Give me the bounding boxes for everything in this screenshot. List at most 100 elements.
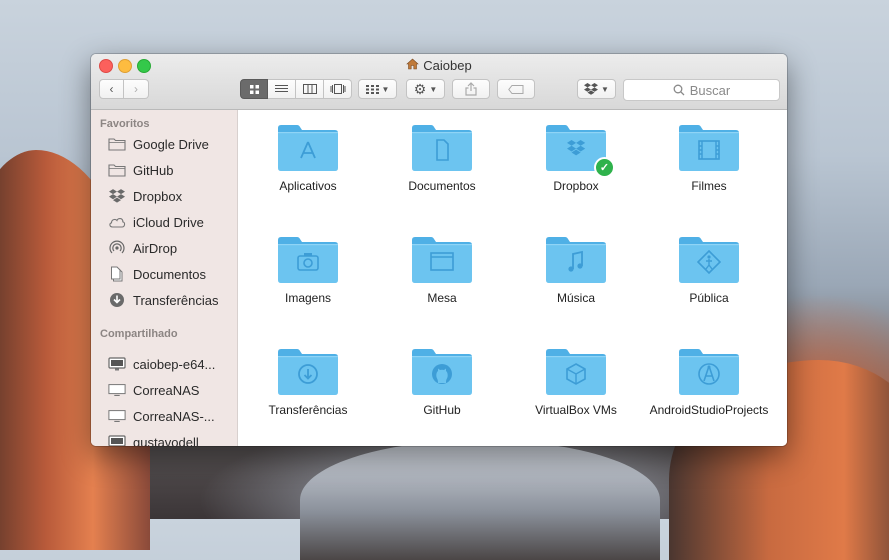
finder-window: Caiobep ‹ › ▼ ⚙ ▼ ▼ Buscar Favoritos Goo… (91, 54, 787, 446)
arrange-button[interactable]: ▼ (358, 79, 397, 99)
tag-button[interactable] (497, 79, 535, 99)
tag-icon (508, 84, 524, 94)
back-button[interactable]: ‹ (99, 79, 124, 99)
folder-item-mesa[interactable]: Mesa (375, 234, 509, 306)
window-title-text: Caiobep (423, 58, 472, 73)
folder-icon (108, 162, 126, 178)
column-view-icon (302, 84, 317, 94)
download-icon (108, 292, 126, 308)
folder-name: Mesa (427, 291, 457, 305)
search-icon (673, 84, 685, 96)
sync-complete-badge: ✓ (594, 157, 615, 178)
icon-view-button[interactable] (240, 79, 268, 99)
folder-item-dropbox[interactable]: ✓ Dropbox (509, 122, 643, 194)
film-icon (678, 122, 740, 172)
folder-name: Filmes (691, 179, 727, 193)
sidebar-item-label: CorreaNAS-... (133, 408, 215, 424)
sidebar-item-label: AirDrop (133, 240, 178, 256)
music-icon (545, 234, 607, 284)
navigation-buttons: ‹ › (99, 79, 149, 99)
list-view-icon (275, 85, 288, 92)
sidebar-item-label: CorreaNAS (133, 382, 200, 398)
desktop-wallpaper-snow (300, 440, 660, 560)
sidebar-item-gustavodell[interactable]: gustavodell (108, 431, 199, 446)
arrange-grid-icon (365, 84, 379, 94)
android-studio-icon (678, 346, 740, 396)
monitor-icon (108, 356, 126, 372)
sidebar-item-correanas[interactable]: CorreaNAS (108, 379, 199, 401)
sidebar-item-label: Google Drive (133, 136, 209, 152)
folder-item-github[interactable]: GitHub (375, 346, 509, 418)
sidebar-item-correanas[interactable]: CorreaNAS-... (108, 405, 215, 427)
column-view-button[interactable] (296, 79, 324, 99)
folder-name: Música (556, 291, 595, 305)
folder-name: VirtualBox VMs (535, 403, 617, 417)
github-icon (411, 346, 473, 396)
sidebar-item-label: GitHub (133, 162, 174, 178)
folder-item-documentos[interactable]: Documentos (375, 122, 509, 194)
forward-button[interactable]: › (124, 79, 149, 99)
folder-name: AndroidStudioProjects (649, 403, 769, 417)
folder-name: Transferências (268, 403, 348, 417)
window-title: Caiobep (91, 58, 787, 73)
action-button[interactable]: ⚙ ▼ (406, 79, 445, 99)
file-icon-grid: Aplicativos Documentos ✓ Dropbox Filmes Image… (238, 110, 787, 446)
dropbox-icon: ✓ (545, 122, 615, 178)
dropbox-icon (108, 188, 126, 204)
folder-name: Pública (689, 291, 729, 305)
folder-item-publica[interactable]: Pública (642, 234, 776, 306)
sidebar-item-label: Transferências (133, 292, 219, 308)
icon-view-icon (249, 84, 259, 94)
display-icon (108, 382, 126, 398)
folder-item-imagens[interactable]: Imagens (241, 234, 375, 306)
folder-item-transferencias[interactable]: Transferências (241, 346, 375, 418)
sidebar: Favoritos Google Drive GitHub Dropbox iClou… (91, 110, 238, 446)
sidebar-item-label: gustavodell (133, 434, 199, 447)
applications-icon (277, 122, 339, 172)
list-view-button[interactable] (268, 79, 296, 99)
camera-icon (277, 234, 339, 284)
sidebar-item-caiobep-e64[interactable]: caiobep-e64... (108, 353, 215, 375)
chevron-down-icon: ▼ (429, 84, 438, 94)
dropbox-menu-button[interactable]: ▼ (577, 79, 616, 99)
folder-item-aplicativos[interactable]: Aplicativos (241, 122, 375, 194)
document-icon (411, 122, 473, 172)
cloud-icon (108, 214, 126, 230)
sidebar-item-label: caiobep-e64... (133, 356, 216, 372)
sidebar-item-icloud-drive[interactable]: iCloud Drive (108, 211, 204, 233)
sidebar-item-github[interactable]: GitHub (108, 159, 173, 181)
folder-item-filmes[interactable]: Filmes (642, 122, 776, 194)
chevron-left-icon: ‹ (109, 82, 114, 96)
share-button[interactable] (452, 79, 490, 99)
sidebar-section-favorites: Favoritos (100, 118, 150, 130)
folder-icon (108, 136, 126, 152)
chevron-down-icon: ▼ (601, 84, 609, 94)
display-icon (108, 408, 126, 424)
sidebar-item-documentos[interactable]: Documentos (108, 263, 206, 285)
public-icon (678, 234, 740, 284)
home-icon (406, 58, 420, 73)
folder-item-virtualbox-vms[interactable]: VirtualBox VMs (509, 346, 643, 418)
cover-flow-view-button[interactable] (324, 79, 352, 99)
sidebar-item-dropbox[interactable]: Dropbox (108, 185, 182, 207)
sidebar-item-transfer-ncias[interactable]: Transferências (108, 289, 219, 311)
folder-item-musica[interactable]: Música (509, 234, 643, 306)
dropbox-icon (584, 83, 599, 95)
sidebar-item-label: Documentos (133, 266, 206, 282)
search-field[interactable]: Buscar (623, 79, 780, 101)
folder-name: Aplicativos (279, 179, 337, 193)
chevron-down-icon: ▼ (381, 84, 390, 94)
sidebar-item-airdrop[interactable]: AirDrop (108, 237, 177, 259)
monitor-icon (108, 434, 126, 446)
document-icon (108, 266, 126, 282)
sidebar-item-label: Dropbox (133, 188, 183, 204)
folder-name: Imagens (284, 291, 332, 305)
airdrop-icon (108, 240, 126, 256)
cover-flow-icon (330, 84, 345, 94)
sidebar-item-google-drive[interactable]: Google Drive (108, 133, 209, 155)
folder-name: Dropbox (553, 179, 599, 193)
desktop-icon (411, 234, 473, 284)
download-icon (277, 346, 339, 396)
folder-item-androidstudioprojects[interactable]: AndroidStudioProjects (642, 346, 776, 418)
sidebar-section-shared: Compartilhado (100, 328, 178, 340)
